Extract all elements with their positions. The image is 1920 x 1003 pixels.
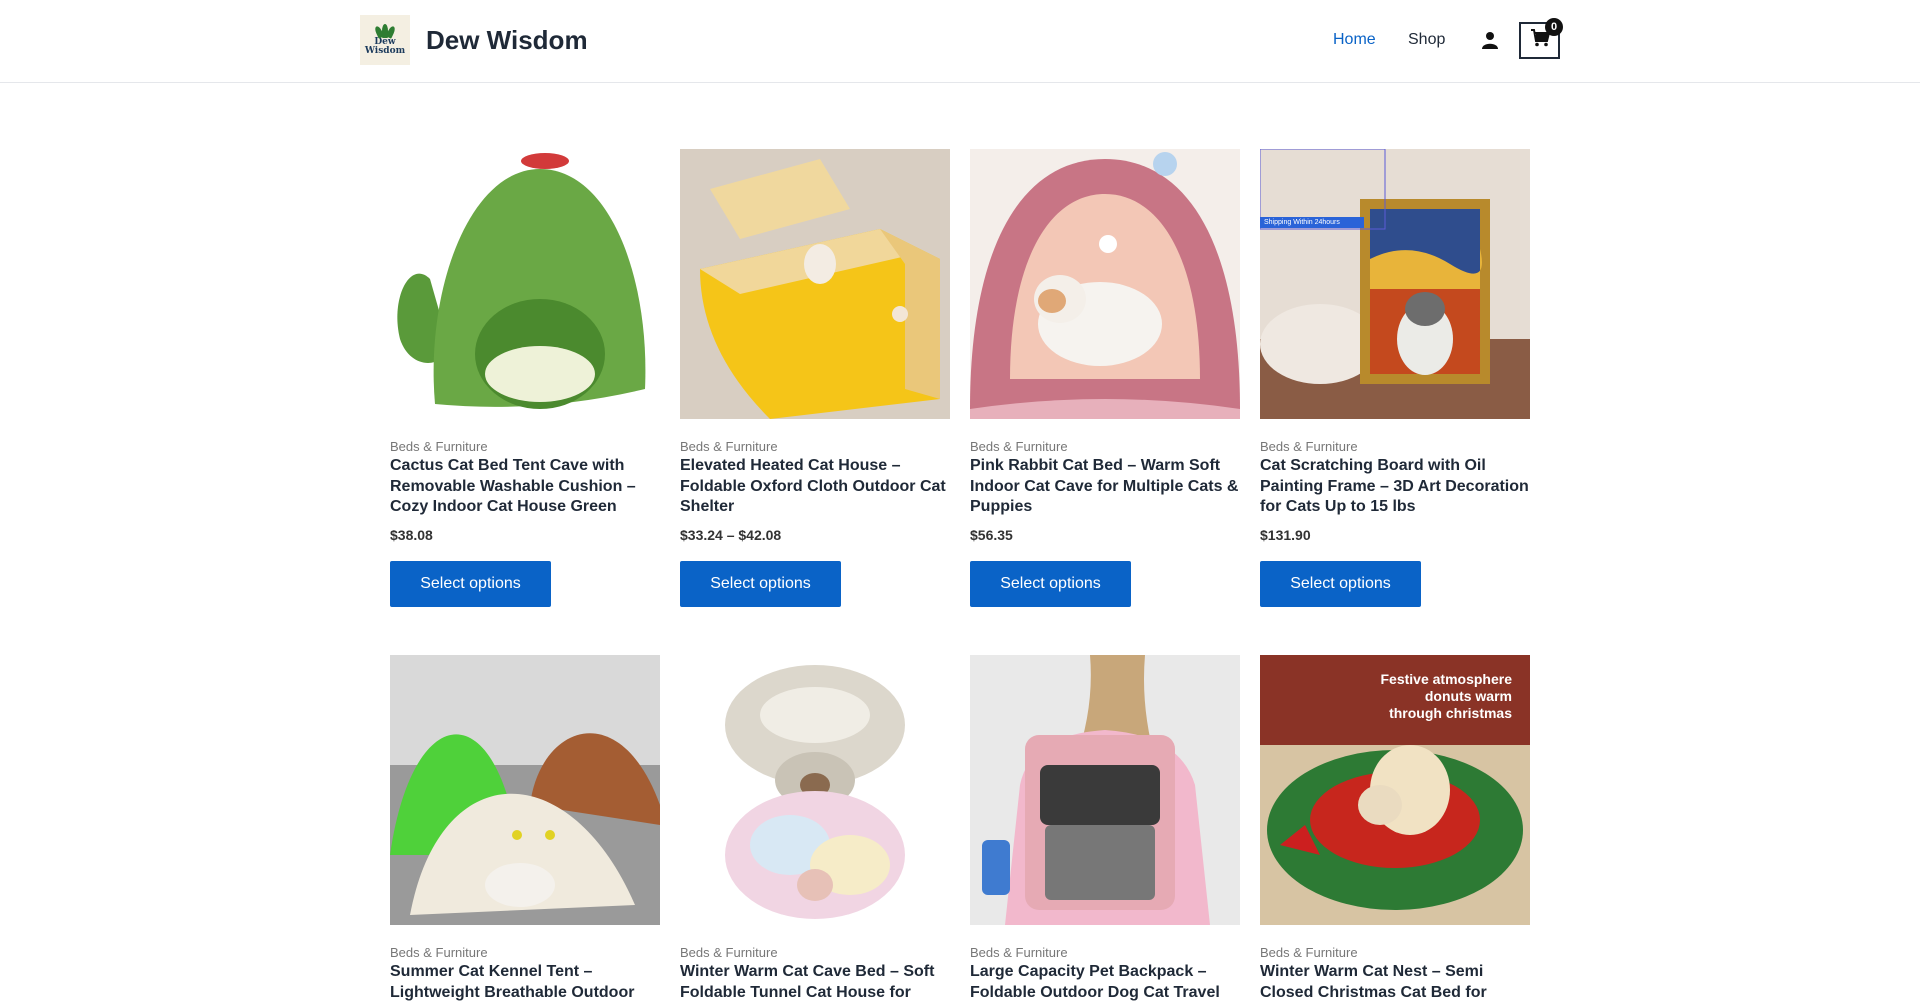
image-overlay-text: Festive atmosphere donuts warm through c… <box>1381 671 1513 722</box>
product-category[interactable]: Beds & Furniture <box>680 439 778 455</box>
site-header: Dew Wisdom Dew Wisdom Home Shop 0 <box>0 0 1920 83</box>
product-card: Beds & Furniture Elevated Heated Cat Hou… <box>680 149 950 607</box>
product-title[interactable]: Large Capacity Pet Backpack – Foldable O… <box>970 962 1242 1003</box>
logo-text-bottom: Wisdom <box>364 46 406 56</box>
site-title[interactable]: Dew Wisdom <box>426 24 588 56</box>
overlay-line: Festive atmosphere <box>1380 671 1513 687</box>
select-options-button[interactable]: Select options <box>680 561 841 607</box>
select-options-button[interactable]: Select options <box>1260 561 1421 607</box>
product-category[interactable]: Beds & Furniture <box>970 439 1068 455</box>
product-card: Beds & Furniture Cactus Cat Bed Tent Cav… <box>390 149 660 607</box>
product-category[interactable]: Beds & Furniture <box>970 945 1068 961</box>
product-card: Beds & Furniture Winter Warm Cat Cave Be… <box>680 655 950 1001</box>
nav-shop[interactable]: Shop <box>1408 30 1445 50</box>
product-title[interactable]: Winter Warm Cat Nest – Semi Closed Chris… <box>1260 962 1532 1003</box>
product-title[interactable]: Summer Cat Kennel Tent – Lightweight Bre… <box>390 962 662 1003</box>
product-card: Beds & Furniture Pink Rabbit Cat Bed – W… <box>970 149 1240 607</box>
select-options-button[interactable]: Select options <box>970 561 1131 607</box>
product-category[interactable]: Beds & Furniture <box>1260 945 1358 961</box>
product-image[interactable] <box>970 149 1240 419</box>
product-card: Festive atmosphere donuts warm through c… <box>1260 655 1530 1001</box>
site-logo[interactable]: Dew Wisdom <box>360 15 410 65</box>
product-title[interactable]: Pink Rabbit Cat Bed – Warm Soft Indoor C… <box>970 456 1242 518</box>
shipping-tag: Shipping Within 24hours <box>1260 217 1364 228</box>
product-title[interactable]: Cat Scratching Board with Oil Painting F… <box>1260 456 1532 518</box>
product-image[interactable] <box>390 149 660 419</box>
overlay-line: through christmas <box>1389 705 1512 721</box>
product-price: $56.35 <box>970 527 1013 543</box>
cart-count-badge: 0 <box>1545 18 1563 36</box>
product-category[interactable]: Beds & Furniture <box>1260 439 1358 455</box>
product-image[interactable] <box>970 655 1240 925</box>
product-title[interactable]: Elevated Heated Cat House – Foldable Oxf… <box>680 456 952 518</box>
product-image[interactable] <box>680 655 950 925</box>
product-card: Beds & Furniture Large Capacity Pet Back… <box>970 655 1240 1001</box>
product-image[interactable] <box>680 149 950 419</box>
nav-home[interactable]: Home <box>1333 30 1376 50</box>
leaf-icon <box>373 24 397 39</box>
product-category[interactable]: Beds & Furniture <box>390 439 488 455</box>
product-title[interactable]: Winter Warm Cat Cave Bed – Soft Foldable… <box>680 962 952 1003</box>
product-price: $33.24 – $42.08 <box>680 527 782 543</box>
product-title[interactable]: Cactus Cat Bed Tent Cave with Removable … <box>390 456 662 518</box>
product-image[interactable]: Shipping Within 24hours <box>1260 149 1530 419</box>
product-category[interactable]: Beds & Furniture <box>390 945 488 961</box>
product-image[interactable]: Festive atmosphere donuts warm through c… <box>1260 655 1530 925</box>
product-card: Shipping Within 24hours Beds & Furniture… <box>1260 149 1530 607</box>
user-icon[interactable] <box>1480 30 1500 50</box>
product-price: $131.90 <box>1260 527 1311 543</box>
select-options-button[interactable]: Select options <box>390 561 551 607</box>
product-price: $38.08 <box>390 527 433 543</box>
overlay-line: donuts warm <box>1424 688 1512 704</box>
product-image[interactable] <box>390 655 660 925</box>
product-card: Beds & Furniture Summer Cat Kennel Tent … <box>390 655 660 1001</box>
product-category[interactable]: Beds & Furniture <box>680 945 778 961</box>
